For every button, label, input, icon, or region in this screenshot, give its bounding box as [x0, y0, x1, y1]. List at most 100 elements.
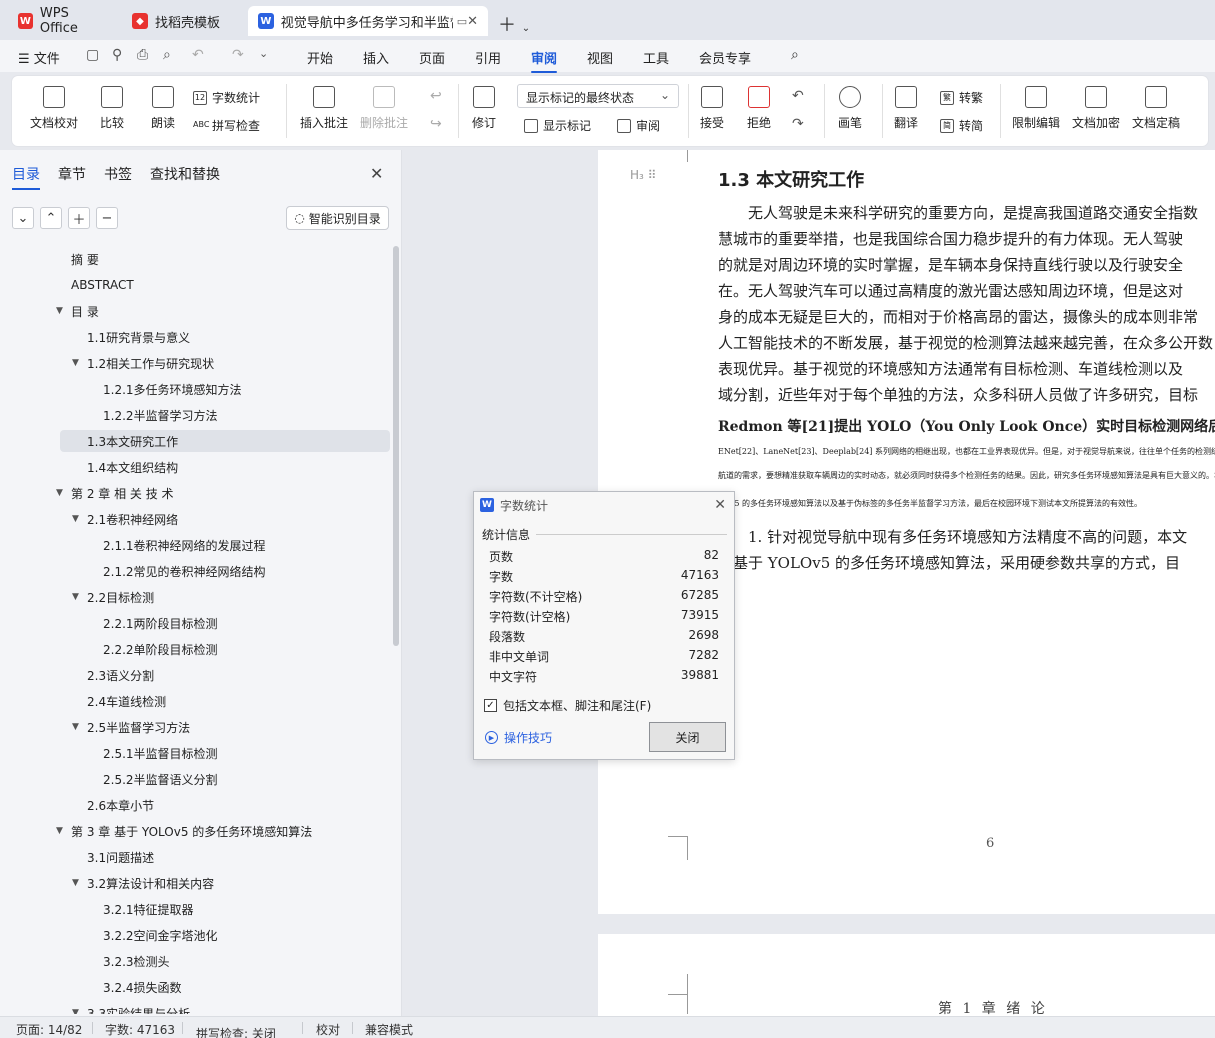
- encrypt-button[interactable]: 文档加密: [1072, 86, 1120, 131]
- toc-item[interactable]: 3.2.1特征提取器: [0, 898, 392, 920]
- menu-start[interactable]: 开始: [307, 48, 333, 67]
- smart-toc-button[interactable]: ◌ 智能识别目录: [286, 206, 389, 230]
- page-indicator[interactable]: 页面: 14/82: [16, 1021, 82, 1038]
- toc-item[interactable]: ▼ 2.5半监督学习方法: [0, 716, 392, 738]
- toc-item[interactable]: 2.2.2单阶段目标检测: [0, 638, 392, 660]
- to-simplified-button[interactable]: 简 转简: [940, 117, 983, 134]
- reject-button[interactable]: 拒绝: [747, 86, 771, 131]
- translate-button[interactable]: 翻译: [894, 86, 918, 131]
- file-menu[interactable]: ☰ 文件: [18, 48, 60, 67]
- read-aloud-button[interactable]: 朗读: [151, 86, 175, 131]
- toc-item[interactable]: 2.2.1两阶段目标检测: [0, 612, 392, 634]
- menu-reference[interactable]: 引用: [475, 48, 501, 67]
- menu-member[interactable]: 会员专享: [699, 48, 751, 67]
- tab-document[interactable]: W 视觉导航中多任务学习和半监督 ▭ ✕: [248, 6, 488, 36]
- collapse-up-button[interactable]: ⌃: [40, 207, 62, 229]
- toc-item[interactable]: 2.1.1卷积神经网络的发展过程: [0, 534, 392, 556]
- print-preview-icon[interactable]: ⌕: [163, 47, 171, 63]
- toc-item[interactable]: ▼ 3.3实验结果与分析: [0, 1002, 392, 1015]
- expand-triangle-icon[interactable]: ▼: [56, 488, 63, 498]
- expand-triangle-icon[interactable]: ▼: [56, 826, 63, 836]
- proofread-indicator[interactable]: 校对: [316, 1021, 340, 1038]
- toc-item[interactable]: ▼ 2.1卷积神经网络: [0, 508, 392, 530]
- expand-triangle-icon[interactable]: ▼: [72, 592, 79, 602]
- add-level-button[interactable]: ＋: [68, 207, 90, 229]
- close-button[interactable]: 关闭: [649, 722, 726, 752]
- document-page-next[interactable]: 第 1 章 绪 论: [598, 934, 1215, 1016]
- toc-scrollbar[interactable]: [393, 246, 399, 646]
- toc-item[interactable]: ▼ 3.2算法设计和相关内容: [0, 872, 392, 894]
- pen-button[interactable]: 画笔: [838, 86, 862, 131]
- new-tab-icon[interactable]: ＋ ⌄: [498, 11, 530, 37]
- toc-item[interactable]: 3.2.4损失函数: [0, 976, 392, 998]
- finalize-button[interactable]: 文档定稿: [1132, 86, 1180, 131]
- chevron-down-icon[interactable]: ⌄: [259, 47, 268, 60]
- toc-item[interactable]: 3.1问题描述: [0, 846, 392, 868]
- expand-triangle-icon[interactable]: ▼: [72, 722, 79, 732]
- include-textbox-checkbox[interactable]: ✓ 包括文本框、脚注和尾注(F): [484, 697, 651, 714]
- toc-item[interactable]: 摘 要: [0, 248, 392, 270]
- review-pane-button[interactable]: 审阅: [617, 117, 660, 134]
- compare-button[interactable]: 比较: [100, 86, 124, 131]
- nav-tab-sections[interactable]: 章节: [58, 164, 86, 184]
- word-count-button[interactable]: 12 字数统计: [193, 89, 260, 106]
- word-count-indicator[interactable]: 字数: 47163: [105, 1021, 175, 1038]
- next-comment-icon[interactable]: ↪: [430, 116, 442, 132]
- tab-wps-office[interactable]: W WPS Office: [8, 6, 116, 36]
- toc-item[interactable]: ▼ 2.2目标检测: [0, 586, 392, 608]
- redo-icon[interactable]: ↷: [232, 47, 244, 63]
- close-icon[interactable]: ✕: [714, 497, 726, 513]
- tab-template[interactable]: ◆ 找稻壳模板: [122, 6, 242, 36]
- save-icon[interactable]: ▢: [86, 47, 99, 63]
- toc-item[interactable]: 2.5.2半监督语义分割: [0, 768, 392, 790]
- toc-item[interactable]: ▼ 第 2 章 相 关 技 术: [0, 482, 392, 504]
- prev-change-icon[interactable]: ↶: [792, 88, 804, 104]
- spellcheck-button[interactable]: ABC 拼写检查: [193, 117, 260, 134]
- restrict-edit-button[interactable]: 限制编辑: [1012, 86, 1060, 131]
- toc-item[interactable]: 1.2.1多任务环境感知方法: [0, 378, 392, 400]
- remove-level-button[interactable]: −: [96, 207, 118, 229]
- prev-comment-icon[interactable]: ↩: [430, 88, 442, 104]
- toc-item[interactable]: 1.2.2半监督学习方法: [0, 404, 392, 426]
- toc-item[interactable]: 1.4本文组织结构: [0, 456, 392, 478]
- heading-drag-icon[interactable]: H₃ ⠿: [630, 168, 656, 182]
- toc-item[interactable]: ▼ 1.2相关工作与研究现状: [0, 352, 392, 374]
- toc-item[interactable]: 2.4车道线检测: [0, 690, 392, 712]
- menu-view[interactable]: 视图: [587, 48, 613, 67]
- toc-item[interactable]: ▼ 第 3 章 基于 YOLOv5 的多任务环境感知算法: [0, 820, 392, 842]
- undo-icon[interactable]: ↶: [192, 47, 204, 63]
- revise-button[interactable]: 修订: [472, 86, 496, 131]
- show-markup-button[interactable]: 显示标记: [524, 117, 591, 134]
- toc-item[interactable]: 3.2.3检测头: [0, 950, 392, 972]
- expand-triangle-icon[interactable]: ▼: [72, 358, 79, 368]
- menu-tools[interactable]: 工具: [643, 48, 669, 67]
- dialog-titlebar[interactable]: W 字数统计 ✕: [474, 492, 734, 518]
- toc-item[interactable]: 1.3本文研究工作: [60, 430, 390, 452]
- toc-item[interactable]: ABSTRACT: [0, 274, 392, 296]
- toc-item[interactable]: 2.6本章小节: [0, 794, 392, 816]
- markup-state-select[interactable]: 显示标记的最终状态 ⌄: [517, 84, 679, 108]
- toc-item[interactable]: 3.2.2空间金字塔池化: [0, 924, 392, 946]
- expand-triangle-icon[interactable]: ▼: [72, 878, 79, 888]
- delete-comment-button[interactable]: 删除批注: [360, 86, 408, 131]
- menu-review[interactable]: 审阅: [531, 48, 558, 73]
- toc-item[interactable]: ▼ 目 录: [0, 300, 392, 322]
- search-icon[interactable]: ⌕: [791, 47, 799, 63]
- toc-item[interactable]: 2.1.2常见的卷积神经网络结构: [0, 560, 392, 582]
- toc-item[interactable]: 2.3语义分割: [0, 664, 392, 686]
- monitor-icon[interactable]: ▭: [457, 15, 467, 28]
- close-icon[interactable]: ✕: [467, 14, 478, 29]
- menu-page[interactable]: 页面: [419, 48, 445, 67]
- nav-tab-find-replace[interactable]: 查找和替换: [150, 164, 220, 184]
- accept-button[interactable]: 接受: [700, 86, 724, 131]
- link-icon[interactable]: ⚲: [112, 47, 122, 63]
- expand-triangle-icon[interactable]: ▼: [56, 306, 63, 316]
- close-icon[interactable]: ✕: [370, 164, 383, 183]
- print-icon[interactable]: ⎙: [137, 47, 148, 63]
- nav-tab-toc[interactable]: 目录: [12, 164, 40, 190]
- toc-item[interactable]: 1.1研究背景与意义: [0, 326, 392, 348]
- collapse-down-button[interactable]: ⌄: [12, 207, 34, 229]
- proofread-button[interactable]: 文档校对: [30, 86, 78, 131]
- toc-item[interactable]: 2.5.1半监督目标检测: [0, 742, 392, 764]
- expand-triangle-icon[interactable]: ▼: [72, 514, 79, 524]
